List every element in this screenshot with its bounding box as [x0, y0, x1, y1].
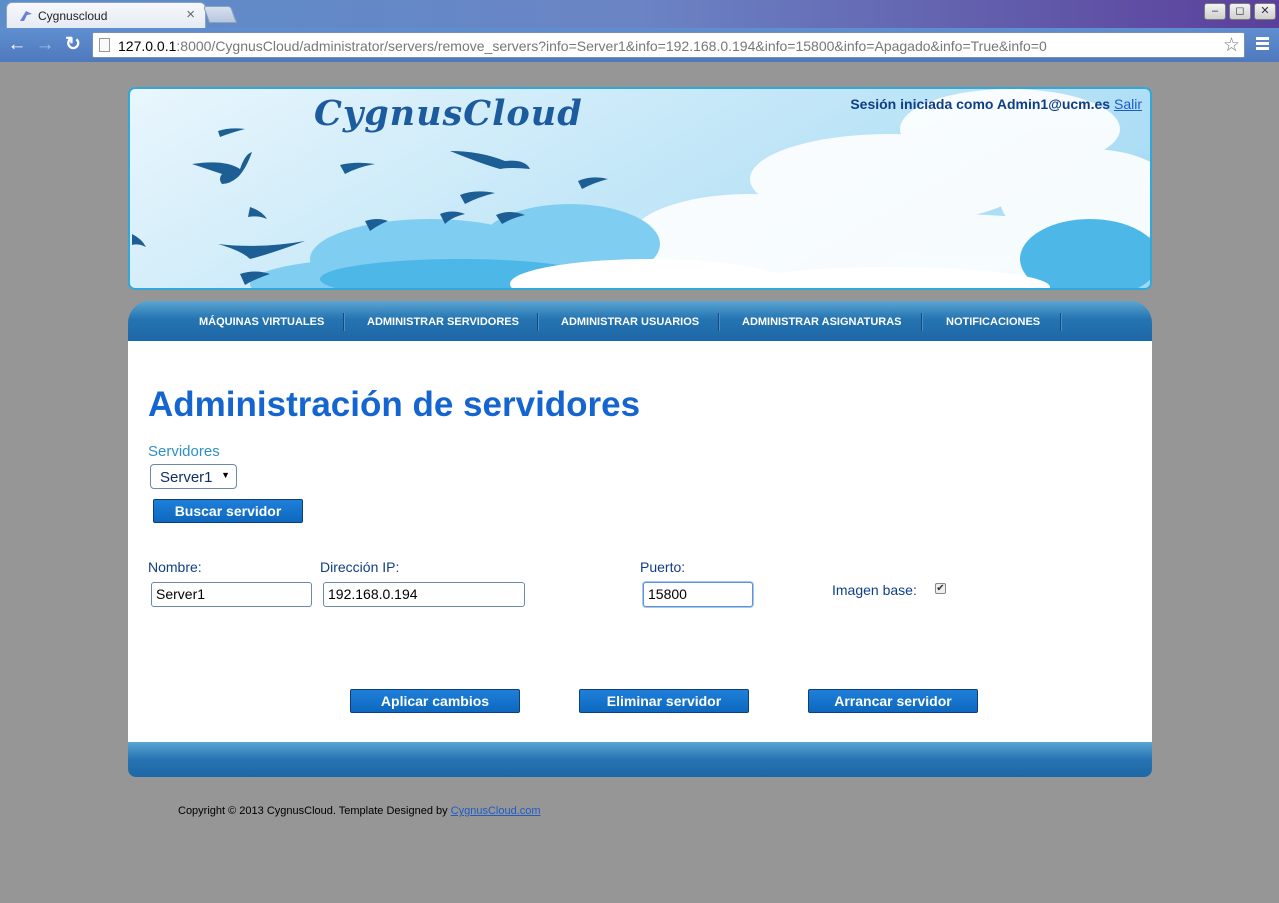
url-path: :8000/CygnusCloud/administrator/servers/…: [176, 38, 1047, 54]
browser-tab[interactable]: Cygnuscloud ×: [6, 2, 206, 30]
clouds-and-birds-illustration: [132, 89, 1150, 288]
start-server-button[interactable]: Arrancar servidor: [808, 689, 978, 713]
base-image-label: Imagen base:: [832, 582, 917, 598]
nav-separator: [921, 313, 922, 331]
search-server-button[interactable]: Buscar servidor: [153, 499, 303, 523]
tab-close-icon[interactable]: ×: [186, 6, 195, 23]
forward-arrow-icon[interactable]: →: [35, 34, 55, 56]
maximize-button[interactable]: ◻: [1229, 3, 1251, 20]
apply-changes-button[interactable]: Aplicar cambios: [350, 689, 520, 713]
browser-menu-icon[interactable]: [1256, 37, 1269, 52]
nav-separator: [537, 313, 538, 331]
url-host: 127.0.0.1: [118, 38, 177, 54]
new-tab-button[interactable]: [202, 6, 238, 23]
close-window-button[interactable]: ✕: [1254, 3, 1276, 20]
ip-input[interactable]: 192.168.0.194: [323, 582, 525, 607]
url-text[interactable]: 127.0.0.1:8000/CygnusCloud/administrator…: [118, 38, 1047, 54]
cygnuscloud-logo: CygnusCloud: [314, 93, 583, 134]
page-title: Administración de servidores: [148, 385, 641, 424]
server-select-value: Server1: [160, 469, 213, 486]
nav-item-manage-servers[interactable]: ADMINISTRAR SERVIDORES: [367, 316, 519, 328]
nav-separator: [1060, 313, 1061, 331]
address-bar[interactable]: 127.0.0.1:8000/CygnusCloud/administrator…: [92, 32, 1245, 58]
delete-server-button[interactable]: Eliminar servidor: [579, 689, 749, 713]
server-select[interactable]: Server1 ▼: [150, 464, 237, 489]
copyright-text: Copyright © 2013 CygnusCloud. Template D…: [178, 805, 448, 817]
header-banner: CygnusCloud Sesión iniciada como Admin1@…: [128, 87, 1152, 290]
servers-label: Servidores: [148, 443, 220, 460]
ip-label: Dirección IP:: [320, 559, 400, 575]
minimize-button[interactable]: –: [1204, 3, 1226, 20]
browser-chrome: Cygnuscloud × – ◻ ✕ ← → ↻ 127.0.0.1:8000…: [0, 0, 1279, 62]
logout-link[interactable]: Salir: [1114, 96, 1142, 112]
main-content: Administración de servidores Servidores …: [128, 341, 1152, 742]
nav-item-manage-users[interactable]: ADMINISTRAR USUARIOS: [561, 316, 699, 328]
bookmark-star-icon[interactable]: ☆: [1223, 34, 1240, 57]
session-info: Sesión iniciada como Admin1@ucm.es Salir: [850, 96, 1142, 112]
page-icon: [99, 38, 110, 52]
port-input[interactable]: 15800: [643, 582, 753, 607]
port-label: Puerto:: [640, 559, 686, 575]
main-nav: MÁQUINAS VIRTUALES ADMINISTRAR SERVIDORE…: [128, 301, 1152, 341]
nav-item-virtual-machines[interactable]: MÁQUINAS VIRTUALES: [199, 316, 324, 328]
nav-separator: [343, 313, 344, 331]
cygnus-favicon-icon: [20, 11, 32, 21]
back-arrow-icon[interactable]: ←: [7, 34, 27, 56]
footer-link[interactable]: CygnusCloud.com: [451, 805, 541, 817]
name-label: Nombre:: [148, 559, 202, 575]
nav-separator: [718, 313, 719, 331]
dropdown-arrow-icon: ▼: [221, 470, 230, 480]
copyright-notice: Copyright © 2013 CygnusCloud. Template D…: [178, 805, 541, 817]
footer-bar: [128, 742, 1152, 777]
nav-item-notifications[interactable]: NOTIFICACIONES: [946, 316, 1040, 328]
nav-item-manage-subjects[interactable]: ADMINISTRAR ASIGNATURAS: [742, 316, 902, 328]
reload-icon[interactable]: ↻: [63, 34, 83, 56]
browser-toolbar: ← → ↻ 127.0.0.1:8000/CygnusCloud/adminis…: [0, 28, 1279, 62]
name-input[interactable]: Server1: [151, 582, 312, 607]
tab-title: Cygnuscloud: [38, 9, 108, 23]
session-user-text: Sesión iniciada como Admin1@ucm.es: [850, 96, 1111, 112]
base-image-checkbox[interactable]: ✔: [935, 583, 946, 594]
